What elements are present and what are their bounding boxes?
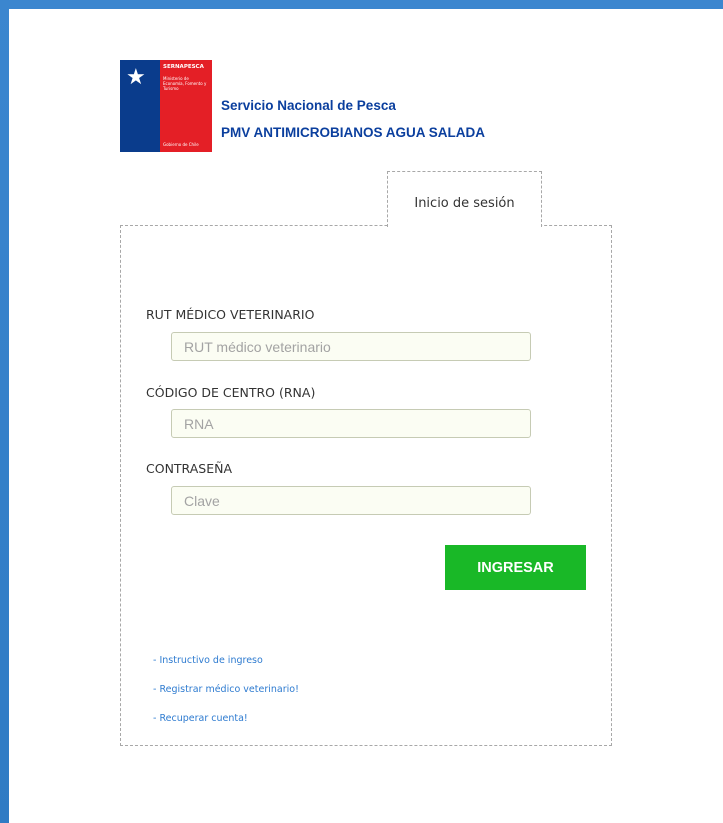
sernapesca-logo: ★ SERNAPESCA Ministerio de Economía, Fom… bbox=[120, 60, 212, 152]
password-label: CONTRASEÑA bbox=[146, 461, 233, 476]
rna-input[interactable] bbox=[171, 409, 531, 438]
recover-account-link[interactable]: - Recuperar cuenta! bbox=[153, 713, 248, 724]
register-vet-link[interactable]: - Registrar médico veterinario! bbox=[153, 684, 299, 695]
logo-footer: Gobierno de Chile bbox=[163, 142, 199, 147]
rna-label: CÓDIGO DE CENTRO (RNA) bbox=[146, 385, 316, 400]
tab-login[interactable]: Inicio de sesión bbox=[387, 171, 542, 227]
system-title: PMV ANTIMICROBIANOS AGUA SALADA bbox=[221, 125, 485, 140]
tab-login-label: Inicio de sesión bbox=[414, 196, 515, 211]
rut-label: RUT MÉDICO VETERINARIO bbox=[146, 307, 315, 322]
rut-input[interactable] bbox=[171, 332, 531, 361]
password-input[interactable] bbox=[171, 486, 531, 515]
instructions-link[interactable]: - Instructivo de ingreso bbox=[153, 655, 263, 666]
organization-name: Servicio Nacional de Pesca bbox=[221, 98, 396, 113]
logo-title: SERNAPESCA bbox=[163, 64, 204, 70]
star-icon: ★ bbox=[126, 64, 146, 89]
logo-subtitle: Ministerio de Economía, Fomento y Turism… bbox=[163, 76, 207, 91]
submit-button[interactable]: INGRESAR bbox=[445, 545, 586, 590]
